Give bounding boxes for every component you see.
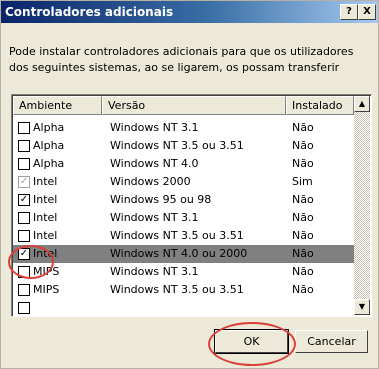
- arrow-down-icon: ▼: [358, 302, 366, 311]
- environment-cell: Intel: [33, 175, 58, 188]
- arrow-up-icon: ▲: [358, 99, 366, 108]
- scroll-up-button[interactable]: ▲: [354, 96, 370, 112]
- environment-cell: MIPS: [33, 283, 60, 296]
- environment-cell: Intel: [33, 193, 58, 206]
- version-cell: Windows NT 3.1: [110, 211, 199, 224]
- version-cell: Windows NT 3.5 ou 3.51: [110, 229, 244, 242]
- installed-cell: Não: [292, 121, 314, 134]
- version-cell: Windows 2000: [110, 175, 191, 188]
- version-cell: Windows NT 4.0 ou 2000: [110, 247, 248, 260]
- installed-cell: Não: [292, 157, 314, 170]
- environment-cell: Alpha: [33, 157, 65, 170]
- version-cell: Windows 95 ou 98: [110, 193, 212, 206]
- version-cell: Windows NT 3.5 ou 3.51: [110, 283, 244, 296]
- list-header: Ambiente Versão Instalado: [13, 96, 354, 115]
- table-row[interactable]: Alpha Windows NT 3.1 Não: [13, 119, 354, 137]
- driver-checkbox[interactable]: [18, 140, 30, 152]
- driver-checkbox[interactable]: [18, 212, 30, 224]
- installed-cell: Não: [292, 211, 314, 224]
- window-title: Controladores adicionais: [5, 5, 174, 19]
- environment-cell: Intel: [33, 247, 58, 260]
- driver-checkbox[interactable]: [18, 266, 30, 278]
- driver-checkbox: ✓: [18, 176, 30, 188]
- version-cell: Windows NT 3.5 ou 3.51: [110, 139, 244, 152]
- driver-checkbox[interactable]: ✓: [18, 194, 30, 206]
- table-row[interactable]: ✓ Intel Windows NT 4.0 ou 2000 Não: [13, 245, 354, 263]
- driver-checkbox[interactable]: [18, 122, 30, 134]
- driver-checkbox[interactable]: [18, 158, 30, 170]
- driver-checkbox[interactable]: [18, 230, 30, 242]
- vertical-scrollbar[interactable]: ▲ ▼: [354, 96, 370, 315]
- column-header-installed[interactable]: Instalado: [286, 96, 354, 115]
- environment-cell: Alpha: [33, 139, 65, 152]
- driver-checkbox[interactable]: [18, 284, 30, 296]
- cancel-button[interactable]: Cancelar: [295, 330, 368, 353]
- driver-checkbox[interactable]: ✓: [18, 248, 30, 260]
- table-row[interactable]: Intel Windows NT 3.1 Não: [13, 209, 354, 227]
- driver-checkbox[interactable]: [18, 302, 30, 314]
- help-button[interactable]: ?: [340, 4, 358, 20]
- ok-button[interactable]: OK: [214, 329, 289, 354]
- version-cell: Windows NT 4.0: [110, 157, 199, 170]
- scroll-down-button[interactable]: ▼: [354, 299, 370, 315]
- table-row[interactable]: ✓ Intel Windows 95 ou 98 Não: [13, 191, 354, 209]
- version-cell: Windows NT 3.1: [110, 265, 199, 278]
- installed-cell: Não: [292, 229, 314, 242]
- title-bar[interactable]: Controladores adicionais ? X: [1, 1, 378, 23]
- installed-cell: Não: [292, 139, 314, 152]
- additional-drivers-dialog: Controladores adicionais ? X Pode instal…: [0, 0, 379, 369]
- installed-cell: Não: [292, 247, 314, 260]
- environment-cell: Intel: [33, 229, 58, 242]
- table-row[interactable]: ✓ Intel Windows 2000 Sim: [13, 173, 354, 191]
- table-row[interactable]: Alpha Windows NT 4.0 Não: [13, 155, 354, 173]
- installed-cell: Não: [292, 265, 314, 278]
- environment-cell: MIPS: [33, 265, 60, 278]
- table-row[interactable]: MIPS Windows NT 3.5 ou 3.51 Não: [13, 281, 354, 299]
- version-cell: Windows NT 3.1: [110, 121, 199, 134]
- close-button[interactable]: X: [358, 4, 376, 20]
- column-header-version[interactable]: Versão: [102, 96, 286, 115]
- environment-cell: Intel: [33, 211, 58, 224]
- table-row[interactable]: Alpha Windows NT 3.5 ou 3.51 Não: [13, 137, 354, 155]
- table-row[interactable]: MIPS Windows NT 3.1 Não: [13, 263, 354, 281]
- table-row[interactable]: [13, 299, 354, 316]
- table-row[interactable]: Intel Windows NT 3.5 ou 3.51 Não: [13, 227, 354, 245]
- installed-cell: Não: [292, 193, 314, 206]
- environment-cell: Alpha: [33, 121, 65, 134]
- description-text: Pode instalar controladores adicionais p…: [9, 45, 354, 74]
- installed-cell: Não: [292, 283, 314, 296]
- installed-cell: Sim: [292, 175, 313, 188]
- drivers-list[interactable]: Ambiente Versão Instalado Alpha Windows N…: [11, 94, 372, 317]
- column-header-environment[interactable]: Ambiente: [13, 96, 102, 115]
